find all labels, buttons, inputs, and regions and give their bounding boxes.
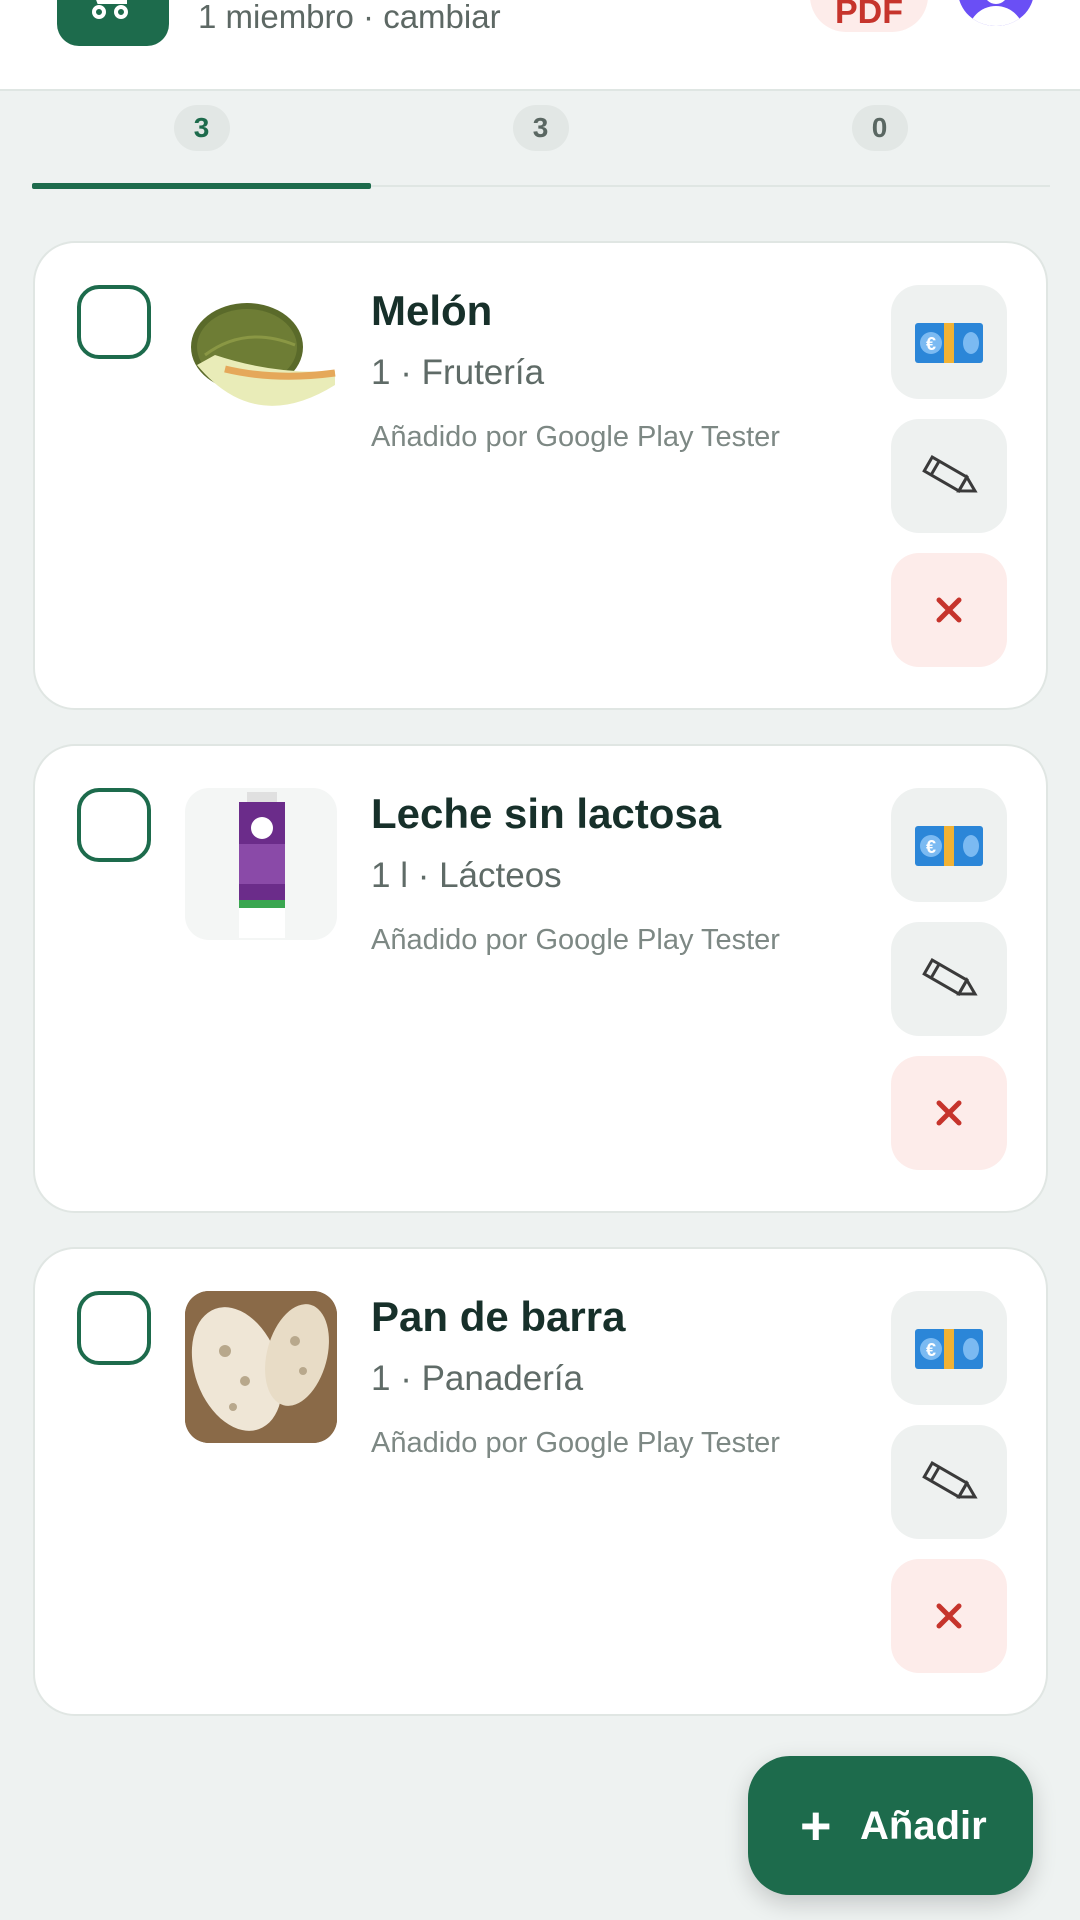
tab-pending[interactable]: 3	[32, 91, 371, 189]
delete-item-button[interactable]	[891, 553, 1007, 667]
tab-third[interactable]: 0	[710, 91, 1049, 187]
pencil-icon	[922, 455, 978, 493]
item-checkbox[interactable]	[77, 1291, 151, 1365]
tab-second[interactable]: 3	[371, 91, 710, 187]
item-added-by: Añadido por Google Play Tester	[371, 421, 780, 453]
item-name: Melón	[371, 287, 493, 334]
melon-photo	[185, 285, 337, 437]
item-quantity-category: 1 · Frutería	[371, 353, 545, 392]
milk-carton-photo	[185, 788, 337, 940]
close-icon	[936, 1603, 962, 1629]
shopping-item-card: Melón 1 · Frutería Añadido por Google Pl…	[33, 241, 1048, 710]
edit-item-button[interactable]	[891, 922, 1007, 1036]
add-item-button[interactable]: + Añadir	[748, 1756, 1033, 1895]
user-avatar[interactable]	[958, 0, 1034, 26]
avatar-body-icon	[968, 6, 1024, 26]
edit-item-button[interactable]	[891, 1425, 1007, 1539]
euro-banknote-icon: €	[915, 826, 983, 866]
euro-banknote-icon: €	[915, 1329, 983, 1369]
item-added-by: Añadido por Google Play Tester	[371, 924, 780, 956]
edit-item-button[interactable]	[891, 419, 1007, 533]
delete-item-button[interactable]	[891, 1559, 1007, 1673]
item-added-by: Añadido por Google Play Tester	[371, 1427, 780, 1459]
close-icon	[936, 597, 962, 623]
list-tabs: 3 3 0	[32, 91, 1050, 189]
close-icon	[936, 1100, 962, 1126]
set-price-button[interactable]: €	[891, 285, 1007, 399]
avatar-head-icon	[984, 0, 1008, 4]
pencil-icon	[922, 958, 978, 996]
delete-item-button[interactable]	[891, 1056, 1007, 1170]
svg-text:€: €	[926, 334, 936, 354]
set-price-button[interactable]: €	[891, 788, 1007, 902]
shopping-item-card: Leche sin lactosa 1 l · Lácteos Añadido …	[33, 744, 1048, 1213]
active-tab-indicator	[32, 183, 371, 189]
tab-count-badge: 0	[851, 105, 908, 151]
bread-photo	[185, 1291, 337, 1443]
item-quantity-category: 1 · Panadería	[371, 1359, 584, 1398]
item-name: Pan de barra	[371, 1293, 626, 1340]
svg-text:€: €	[926, 1340, 936, 1360]
item-checkbox[interactable]	[77, 788, 151, 862]
item-quantity-category: 1 l · Lácteos	[371, 856, 562, 895]
pencil-icon	[922, 1461, 978, 1499]
euro-banknote-icon: €	[915, 323, 983, 363]
add-item-label: Añadir	[860, 1804, 987, 1848]
set-price-button[interactable]: €	[891, 1291, 1007, 1405]
cart-logo-icon	[57, 0, 169, 46]
shopping-item-card: Pan de barra 1 · Panadería Añadido por G…	[33, 1247, 1048, 1716]
group-members-link[interactable]: 1 miembro · cambiar	[198, 0, 501, 34]
tab-count-badge: 3	[512, 105, 569, 151]
item-name: Leche sin lactosa	[371, 790, 722, 837]
pdf-export-button[interactable]: PDF	[810, 0, 928, 32]
plus-icon: +	[800, 1796, 832, 1856]
svg-text:€: €	[926, 837, 936, 857]
item-checkbox[interactable]	[77, 285, 151, 359]
app-header: 1 miembro · cambiar PDF	[0, 0, 1080, 91]
tab-count-badge: 3	[173, 105, 230, 151]
